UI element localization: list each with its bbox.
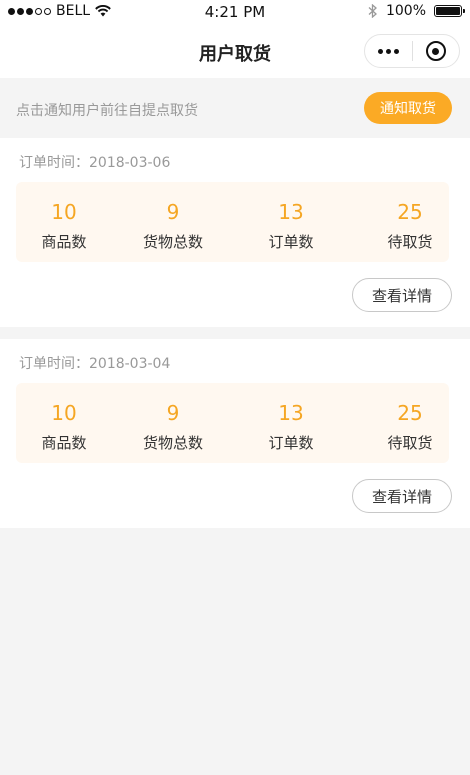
stat-value: 9 <box>166 401 180 425</box>
status-right: 100% <box>368 3 465 19</box>
stat-label: 货物总数 <box>142 233 203 251</box>
stat-value: 10 <box>51 200 77 224</box>
stat-label: 待取货 <box>387 233 433 251</box>
status-bar: BELL 4:21 PM 100% <box>0 0 470 24</box>
stat-label: 订单数 <box>268 233 314 251</box>
order-date: 订单时间：2018-03-06 <box>19 155 171 171</box>
order-card: 订单时间：2018-03-04 10 商品数 9 货物总数 13 订单数 25 … <box>0 339 470 528</box>
stat-value: 10 <box>51 401 77 425</box>
stat-label: 待取货 <box>387 434 433 452</box>
order-stats: 10 商品数 9 货物总数 13 订单数 25 待取货 <box>16 383 449 463</box>
stat-value: 25 <box>397 401 423 425</box>
nav-bar: 用户取货 <box>0 24 470 78</box>
more-dots-icon <box>377 48 399 54</box>
mini-program-capsule <box>364 34 460 68</box>
view-details-button[interactable]: 查看详情 <box>352 278 452 312</box>
stat-value: 25 <box>397 200 423 224</box>
notify-pickup-button[interactable]: 通知取货 <box>364 92 452 124</box>
bluetooth-icon <box>368 4 377 18</box>
stat-value: 13 <box>278 200 304 224</box>
battery-percent: 100% <box>385 3 426 19</box>
stat-label: 订单数 <box>268 434 314 452</box>
stat-label: 商品数 <box>41 233 87 251</box>
stat-label: 货物总数 <box>142 434 203 452</box>
order-date: 订单时间：2018-03-04 <box>19 356 171 372</box>
view-details-button[interactable]: 查看详情 <box>352 479 452 513</box>
close-program-button[interactable] <box>413 35 460 67</box>
stat-value: 9 <box>166 200 180 224</box>
target-icon <box>425 41 446 61</box>
more-button[interactable] <box>365 35 412 67</box>
notify-bar: 点击通知用户前往自提点取货 通知取货 <box>0 78 470 138</box>
order-card: 订单时间：2018-03-06 10 商品数 9 货物总数 13 订单数 25 … <box>0 138 470 327</box>
order-stats: 10 商品数 9 货物总数 13 订单数 25 待取货 <box>16 182 449 262</box>
stat-value: 13 <box>278 401 304 425</box>
stat-label: 商品数 <box>41 434 87 452</box>
notify-tip: 点击通知用户前往自提点取货 <box>16 103 198 119</box>
battery-icon <box>434 5 465 17</box>
